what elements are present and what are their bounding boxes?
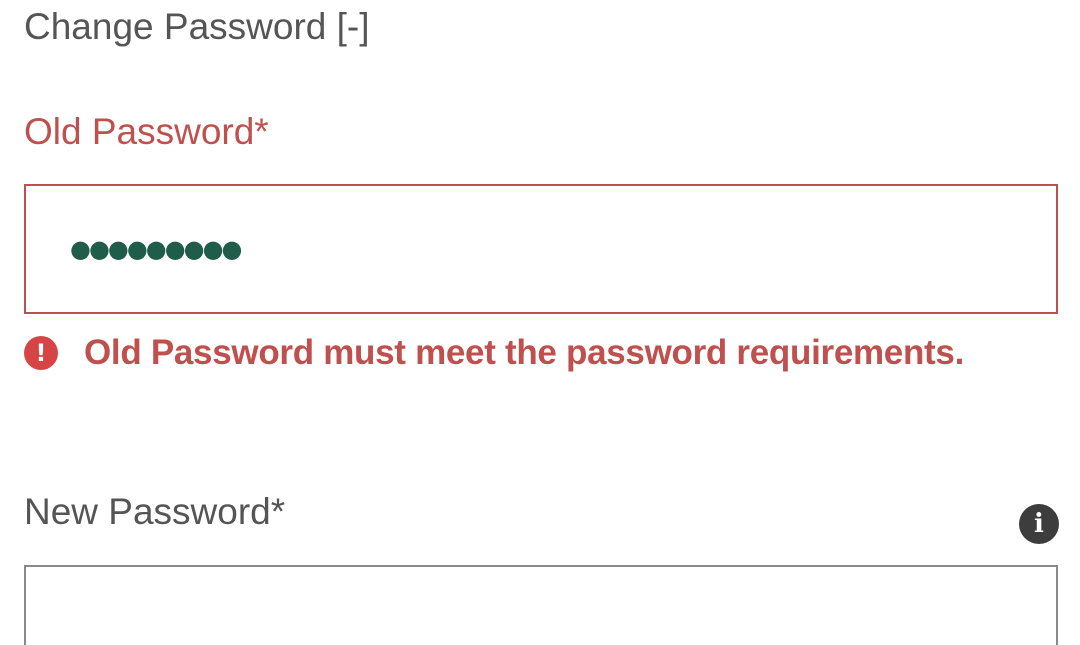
exclamation-icon: !	[24, 336, 58, 370]
old-password-label: Old Password*	[24, 111, 269, 152]
new-password-input[interactable]	[24, 565, 1058, 645]
old-password-masked-value: ●●●●●●●●●	[70, 235, 242, 263]
new-password-label: New Password*	[24, 491, 286, 532]
old-password-error-message: Old Password must meet the password requ…	[84, 333, 964, 372]
change-password-toggle[interactable]: Change Password [-]	[24, 4, 370, 50]
old-password-error: ! Old Password must meet the password re…	[24, 330, 964, 376]
info-icon[interactable]: i	[1019, 504, 1059, 544]
old-password-input[interactable]: ●●●●●●●●●	[24, 184, 1058, 314]
